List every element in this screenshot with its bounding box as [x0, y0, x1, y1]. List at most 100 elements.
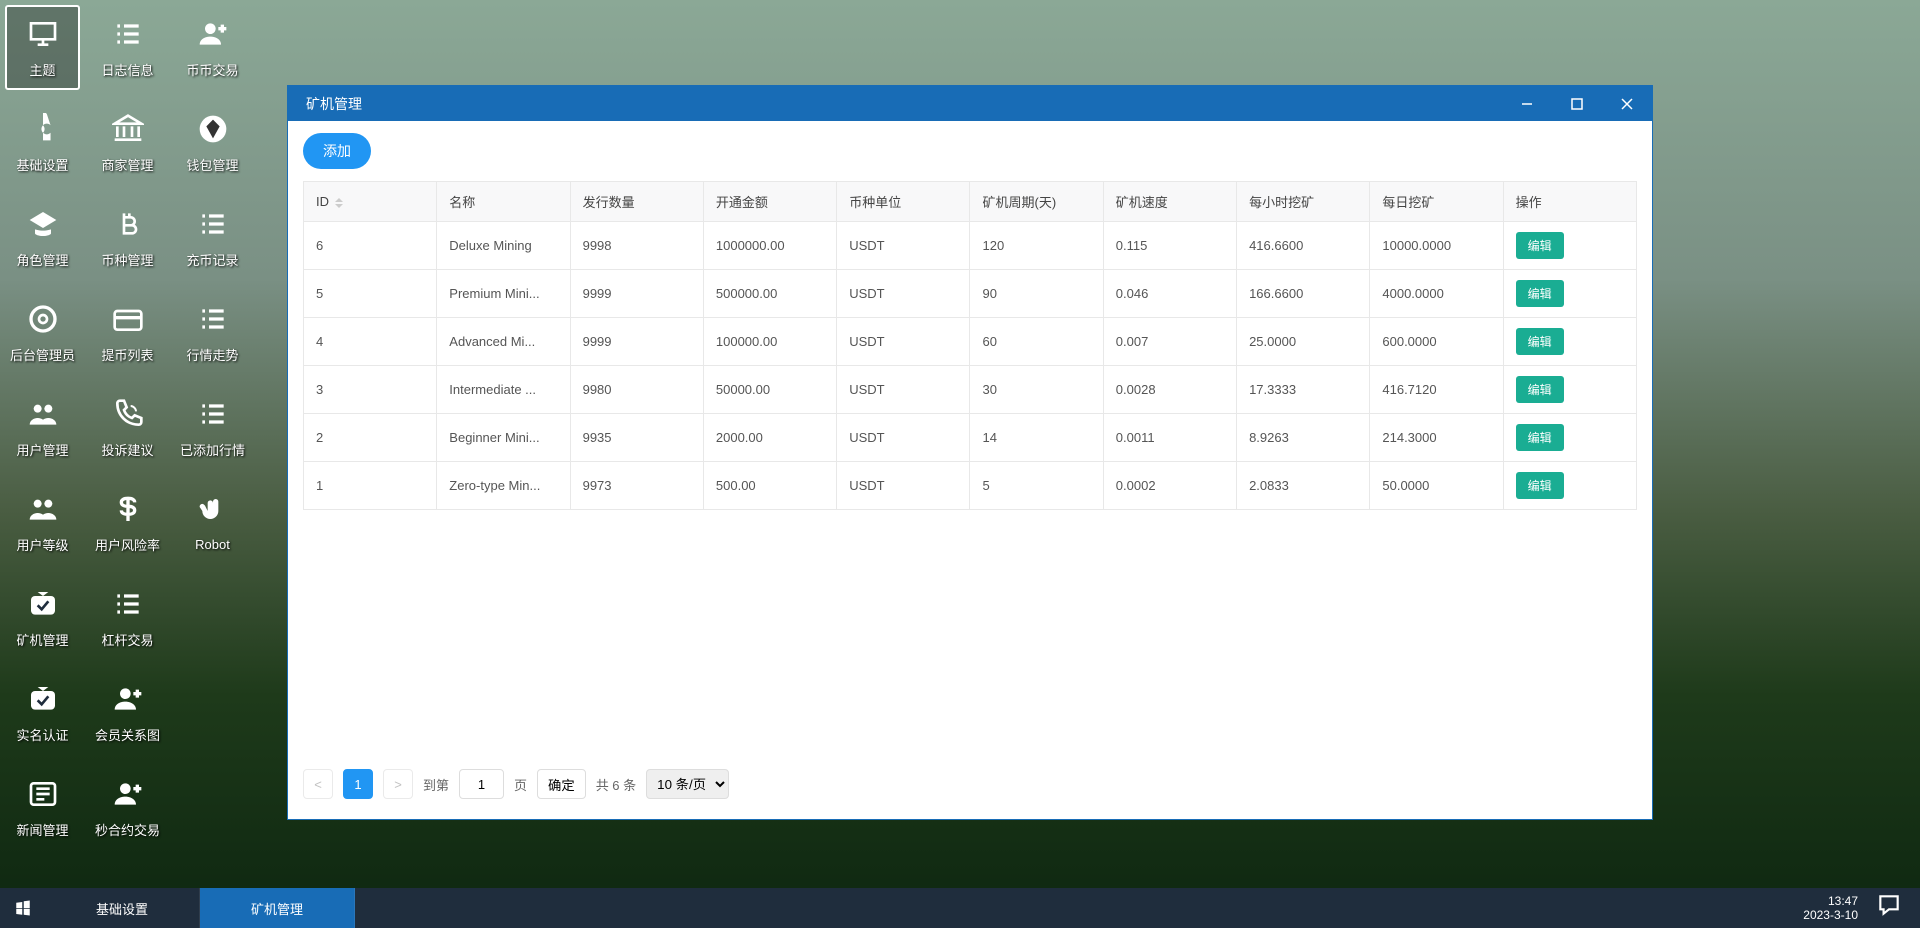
list-icon [112, 586, 144, 622]
edit-button[interactable]: 编辑 [1516, 280, 1564, 307]
desktop-icon-用户等级[interactable]: 用户等级 [5, 480, 80, 565]
edit-button[interactable]: 编辑 [1516, 232, 1564, 259]
desktop-icon-杠杆交易[interactable]: 杠杆交易 [90, 575, 165, 660]
clock[interactable]: 13:47 2023-3-10 [1803, 894, 1858, 923]
prev-page-button[interactable]: < [303, 769, 333, 799]
cell: 3 [304, 366, 437, 414]
desktop-icon-label: 杠杆交易 [101, 630, 153, 649]
cell: 416.7120 [1370, 366, 1503, 414]
close-button[interactable] [1602, 86, 1652, 121]
desktop-icon-label: 日志信息 [101, 60, 153, 79]
cell: 416.6600 [1237, 222, 1370, 270]
desktop-icon-矿机管理[interactable]: 矿机管理 [5, 575, 80, 660]
total-label: 共 6 条 [596, 775, 636, 794]
system-tray: 13:47 2023-3-10 [1803, 888, 1920, 928]
cell: Deluxe Mining [437, 222, 570, 270]
cell: 9998 [570, 222, 703, 270]
desktop-icon-用户管理[interactable]: 用户管理 [5, 385, 80, 470]
desktop-icon-实名认证[interactable]: 实名认证 [5, 670, 80, 755]
col-header-7[interactable]: 每小时挖矿 [1237, 182, 1370, 222]
cell: 25.0000 [1237, 318, 1370, 366]
col-header-3[interactable]: 开通金额 [703, 182, 836, 222]
maximize-button[interactable] [1552, 86, 1602, 121]
edit-button[interactable]: 编辑 [1516, 328, 1564, 355]
desktop-icon-提币列表[interactable]: 提币列表 [90, 290, 165, 375]
col-header-5[interactable]: 矿机周期(天) [970, 182, 1103, 222]
minimize-button[interactable] [1502, 86, 1552, 121]
col-header-6[interactable]: 矿机速度 [1103, 182, 1236, 222]
users-icon [27, 491, 59, 527]
goto-confirm-button[interactable]: 确定 [537, 769, 586, 799]
desktop-icon-会员关系图[interactable]: 会员关系图 [90, 670, 165, 755]
cell: 9999 [570, 318, 703, 366]
page-size-select[interactable]: 10 条/页 [646, 769, 729, 799]
desktop-icon-基础设置[interactable]: 基础设置 [5, 100, 80, 185]
desktop-icon-新闻管理[interactable]: 新闻管理 [5, 765, 80, 850]
cell: Intermediate ... [437, 366, 570, 414]
desktop-icon-币种管理[interactable]: 币种管理 [90, 195, 165, 280]
desktop-icon-角色管理[interactable]: 角色管理 [5, 195, 80, 280]
cell-op: 编辑 [1503, 366, 1636, 414]
edit-button[interactable]: 编辑 [1516, 424, 1564, 451]
cell: 9935 [570, 414, 703, 462]
goto-page-input[interactable] [459, 769, 504, 799]
desktop-icon-秒合约交易[interactable]: 秒合约交易 [90, 765, 165, 850]
desktop-icon-钱包管理[interactable]: 钱包管理 [175, 100, 250, 185]
mining-manage-window: 矿机管理 添加 ID名称发行数量开通金额币种单位矿机周期(天)矿机速度每小时挖矿… [287, 85, 1653, 820]
col-header-0[interactable]: ID [304, 182, 437, 222]
desktop-icon-已添加行情[interactable]: 已添加行情 [175, 385, 250, 470]
titlebar[interactable]: 矿机管理 [288, 86, 1652, 121]
col-header-9[interactable]: 操作 [1503, 182, 1636, 222]
cell: USDT [837, 318, 970, 366]
cell: Premium Mini... [437, 270, 570, 318]
edit-button[interactable]: 编辑 [1516, 376, 1564, 403]
cell: 0.007 [1103, 318, 1236, 366]
table-row: 6Deluxe Mining99981000000.00USDT1200.115… [304, 222, 1637, 270]
cell: USDT [837, 414, 970, 462]
cell: 50.0000 [1370, 462, 1503, 510]
desktop-icon-label: 投诉建议 [101, 440, 153, 459]
cell: USDT [837, 222, 970, 270]
col-header-8[interactable]: 每日挖矿 [1370, 182, 1503, 222]
cell: 4000.0000 [1370, 270, 1503, 318]
desktop-icon-充币记录[interactable]: 充币记录 [175, 195, 250, 280]
userplus-icon [112, 776, 144, 812]
col-header-1[interactable]: 名称 [437, 182, 570, 222]
desktop-icon-日志信息[interactable]: 日志信息 [90, 5, 165, 90]
desktop-icon-币币交易[interactable]: 币币交易 [175, 5, 250, 90]
edit-button[interactable]: 编辑 [1516, 472, 1564, 499]
desktop-icon-主题[interactable]: 主题 [5, 5, 80, 90]
cell-op: 编辑 [1503, 222, 1636, 270]
cell: Zero-type Min... [437, 462, 570, 510]
bank-icon [112, 111, 144, 147]
desktop-icon-label: 行情走势 [186, 345, 238, 364]
chat-icon[interactable] [1876, 892, 1902, 924]
desktop-icon-商家管理[interactable]: 商家管理 [90, 100, 165, 185]
taskbar-item-基础设置[interactable]: 基础设置 [45, 888, 200, 928]
taskbar-item-矿机管理[interactable]: 矿机管理 [200, 888, 355, 928]
next-page-button[interactable]: > [383, 769, 413, 799]
cell: 9980 [570, 366, 703, 414]
clock-time: 13:47 [1803, 894, 1858, 908]
start-button[interactable] [0, 888, 45, 928]
cell: 9973 [570, 462, 703, 510]
col-header-2[interactable]: 发行数量 [570, 182, 703, 222]
desktop-icon-后台管理员[interactable]: 后台管理员 [5, 290, 80, 375]
desktop-icon-label: 主题 [29, 60, 55, 79]
desktop-icon-投诉建议[interactable]: 投诉建议 [90, 385, 165, 470]
list-icon [197, 396, 229, 432]
page-1-button[interactable]: 1 [343, 769, 373, 799]
desktop-icon-行情走势[interactable]: 行情走势 [175, 290, 250, 375]
cell-op: 编辑 [1503, 270, 1636, 318]
add-button[interactable]: 添加 [303, 133, 371, 169]
cell: Advanced Mi... [437, 318, 570, 366]
desktop-icon-用户风险率[interactable]: 用户风险率 [90, 480, 165, 565]
mining-table: ID名称发行数量开通金额币种单位矿机周期(天)矿机速度每小时挖矿每日挖矿操作 6… [303, 181, 1637, 510]
col-header-4[interactable]: 币种单位 [837, 182, 970, 222]
userplus-icon [197, 16, 229, 52]
desktop-icon-Robot[interactable]: Robot [175, 480, 250, 565]
desktop-icon-label: 用户等级 [16, 535, 68, 554]
desktop-icon-label: 后台管理员 [10, 345, 75, 364]
wrench-icon [27, 111, 59, 147]
table-row: 3Intermediate ...998050000.00USDT300.002… [304, 366, 1637, 414]
